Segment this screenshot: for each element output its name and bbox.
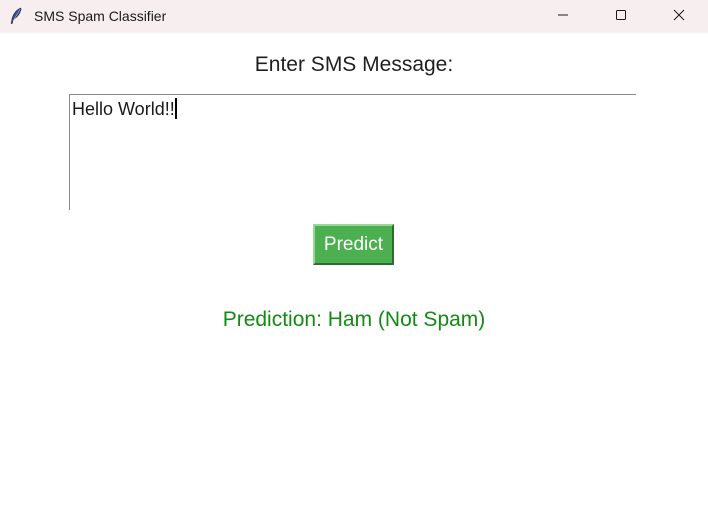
minimize-button[interactable] <box>534 0 592 33</box>
message-input[interactable]: Hello World!! <box>69 94 636 210</box>
message-value: Hello World!! <box>72 99 175 119</box>
prompt-label: Enter SMS Message: <box>254 53 454 76</box>
main-content: Enter SMS Message: Hello World!! Predict… <box>0 33 708 510</box>
close-button[interactable] <box>650 0 708 33</box>
app-window: SMS Spam Classifier Enter SMS Message: H… <box>0 0 708 510</box>
feather-icon <box>8 7 24 25</box>
predict-button[interactable]: Predict <box>313 224 394 265</box>
maximize-button[interactable] <box>592 0 650 33</box>
close-icon <box>673 8 685 26</box>
message-text-line: Hello World!! <box>72 98 177 120</box>
maximize-icon <box>615 8 627 26</box>
text-caret <box>174 98 177 119</box>
title-bar[interactable]: SMS Spam Classifier <box>0 0 708 33</box>
minimize-icon <box>557 8 569 26</box>
prediction-result: Prediction: Ham (Not Spam) <box>222 308 486 331</box>
window-title: SMS Spam Classifier <box>34 8 167 24</box>
